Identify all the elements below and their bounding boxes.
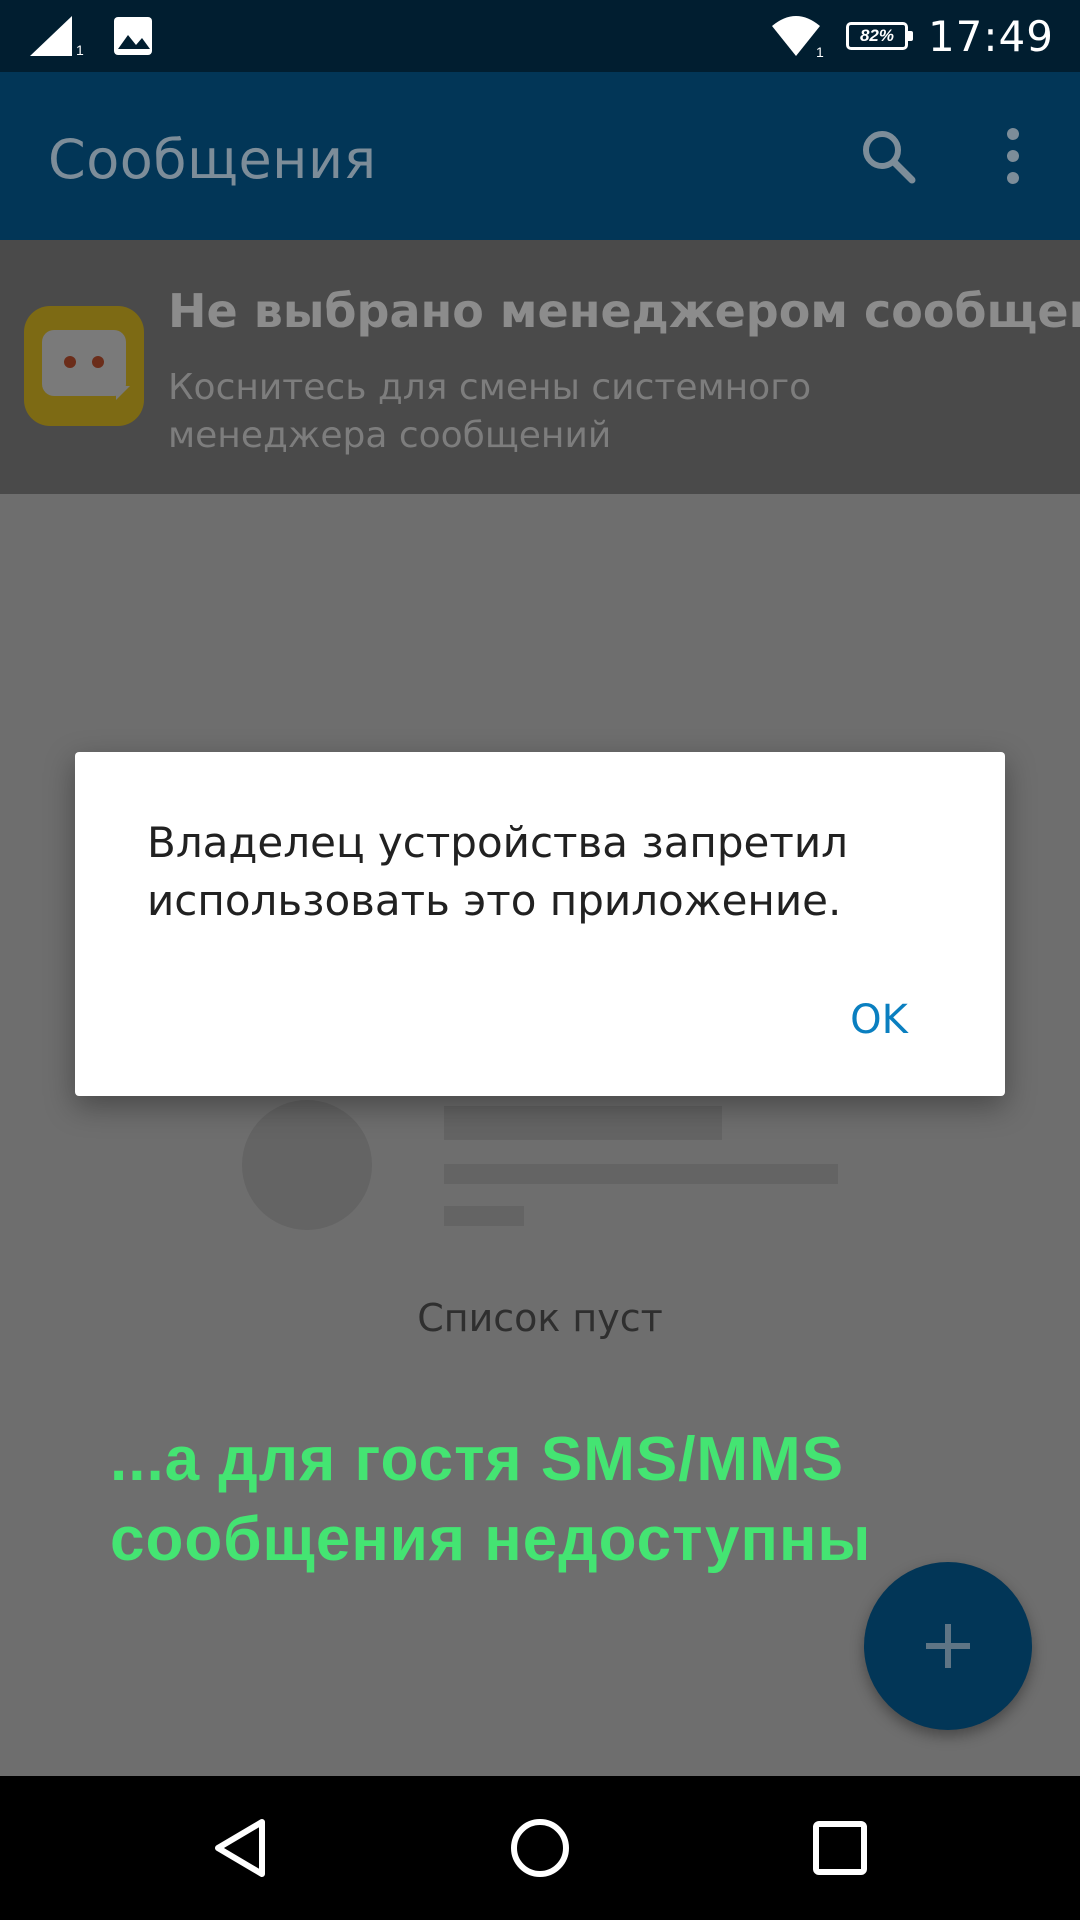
navigation-bar [0, 1776, 1080, 1920]
more-vert-icon [1007, 128, 1019, 184]
plus-icon [926, 1624, 970, 1668]
placeholder-line [444, 1206, 524, 1226]
ok-button[interactable]: OK [819, 984, 939, 1056]
screen: 1 1 82% 17:49 Сообщения Не выбрано менед… [0, 0, 1080, 1920]
banner-title: Не выбрано менеджером сообщений [168, 284, 1080, 338]
placeholder-avatar [242, 1100, 372, 1230]
clock: 17:49 [927, 11, 1054, 61]
messenger-app-icon [24, 306, 144, 426]
recents-icon [813, 1821, 867, 1875]
placeholder-line [444, 1164, 838, 1184]
placeholder-line [444, 1106, 722, 1140]
app-toolbar: Сообщения [0, 72, 1080, 240]
overlay-caption: ...а для гостя SMS/MMS сообщения недосту… [110, 1425, 872, 1574]
alert-dialog: Владелец устройства запретил использоват… [75, 752, 1005, 1096]
search-icon [863, 131, 916, 184]
empty-list-label: Список пуст [417, 1296, 663, 1340]
overflow-menu-button[interactable] [996, 124, 1030, 188]
default-app-banner[interactable]: Не выбрано менеджером сообщений Коснитес… [0, 240, 1080, 494]
sim-indicator: 1 [76, 42, 84, 58]
home-icon [511, 1819, 569, 1877]
battery-icon: 82% [845, 22, 913, 50]
back-button[interactable] [204, 1812, 276, 1884]
signal-icon: 1 [28, 14, 84, 58]
battery-percent: 82% [859, 26, 894, 45]
status-bar: 1 1 82% 17:49 [0, 0, 1080, 72]
wifi-indicator: 1 [815, 44, 824, 60]
dialog-message: Владелец устройства запретил использоват… [147, 818, 848, 925]
page-title: Сообщения [48, 128, 377, 191]
back-icon [215, 1819, 265, 1877]
wifi-icon: 1 [770, 14, 826, 60]
image-notification-icon [112, 15, 154, 57]
search-button[interactable] [858, 126, 918, 186]
banner-subtitle: Коснитесь для смены системного менеджера… [168, 367, 812, 456]
new-message-button[interactable] [864, 1562, 1032, 1730]
recents-button[interactable] [804, 1812, 876, 1884]
home-button[interactable] [504, 1812, 576, 1884]
